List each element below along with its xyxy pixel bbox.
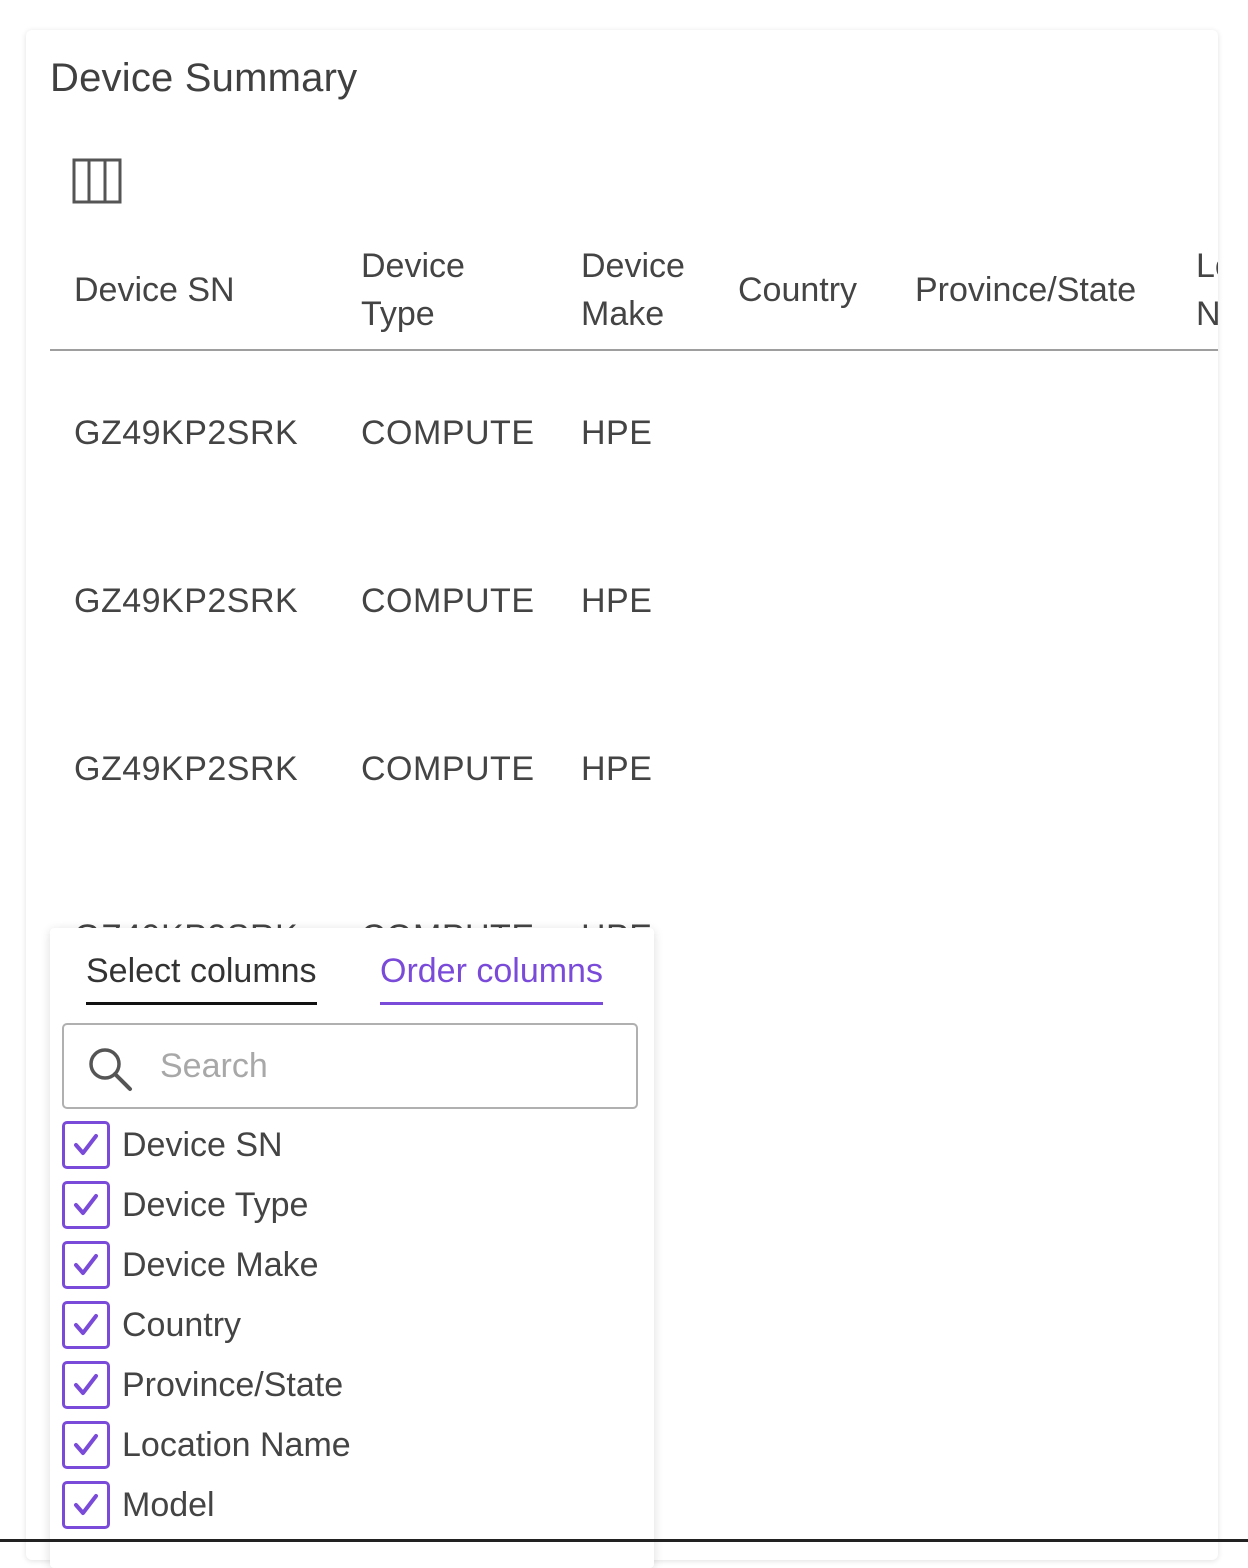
check-icon [74, 1194, 98, 1215]
checkbox[interactable] [62, 1421, 110, 1469]
column-option-label: Device SN [122, 1126, 283, 1164]
column-option-location-name[interactable]: Location Name [62, 1421, 622, 1471]
check-icon [74, 1254, 98, 1275]
table-row[interactable]: GZ49KP2SRK COMPUTE HPE [50, 351, 1218, 519]
column-option-label: Province/State [122, 1366, 344, 1404]
column-option-label: Country [122, 1306, 242, 1344]
check-icon [74, 1134, 98, 1155]
page-title: Device Summary [50, 56, 358, 100]
cell-device-sn: GZ49KP2SRK [74, 582, 299, 620]
cell-device-type: COMPUTE [361, 750, 535, 788]
header-device-sn[interactable]: Device SN [74, 266, 235, 314]
column-option-device-sn[interactable]: Device SN [62, 1121, 622, 1171]
check-icon [74, 1494, 98, 1515]
table-row[interactable]: GZ49KP2SRK COMPUTE HPE [50, 519, 1218, 687]
cell-device-type: COMPUTE [361, 414, 535, 452]
column-option-label: Device Make [122, 1246, 319, 1284]
column-settings-popup: Select columns Order columns Device SN D… [50, 928, 654, 1568]
column-option-device-type[interactable]: Device Type [62, 1181, 622, 1231]
checkbox[interactable] [62, 1361, 110, 1409]
column-option-label: Device Type [122, 1186, 309, 1224]
header-device-make[interactable]: Device Make [581, 242, 685, 338]
columns-icon[interactable] [72, 158, 122, 204]
column-option-label: Location Name [122, 1426, 351, 1464]
checkbox[interactable] [62, 1481, 110, 1529]
table-row[interactable]: GZ49KP2SRK COMPUTE HPE [50, 687, 1218, 855]
column-option-label: Model [122, 1486, 215, 1524]
checkbox[interactable] [62, 1121, 110, 1169]
column-option-province-state[interactable]: Province/State [62, 1361, 622, 1411]
table-header: Device SN Device Type Device Make Countr… [50, 230, 1218, 351]
header-country[interactable]: Country [738, 266, 857, 314]
check-icon [74, 1314, 98, 1335]
column-option-country[interactable]: Country [62, 1301, 622, 1351]
search-icon [89, 1048, 132, 1091]
search-input[interactable] [160, 1039, 620, 1093]
header-province-state[interactable]: Province/State [915, 266, 1136, 314]
column-option-device-make[interactable]: Device Make [62, 1241, 622, 1291]
cell-device-type: COMPUTE [361, 582, 535, 620]
checkbox[interactable] [62, 1181, 110, 1229]
check-icon [74, 1434, 98, 1455]
cell-device-sn: GZ49KP2SRK [74, 750, 299, 788]
cell-device-make: HPE [581, 582, 653, 620]
cell-device-make: HPE [581, 750, 653, 788]
header-device-type[interactable]: Device Type [361, 242, 465, 338]
cell-device-sn: GZ49KP2SRK [74, 414, 299, 452]
header-location-name[interactable]: Lo N [1196, 242, 1218, 338]
tab-select-columns[interactable]: Select columns [86, 946, 317, 1005]
tab-order-columns[interactable]: Order columns [380, 946, 603, 1005]
search-field[interactable] [62, 1023, 638, 1109]
column-option-model[interactable]: Model [62, 1481, 622, 1531]
cell-device-make: HPE [581, 414, 653, 452]
checkbox[interactable] [62, 1241, 110, 1289]
checkbox[interactable] [62, 1301, 110, 1349]
check-icon [74, 1374, 98, 1395]
